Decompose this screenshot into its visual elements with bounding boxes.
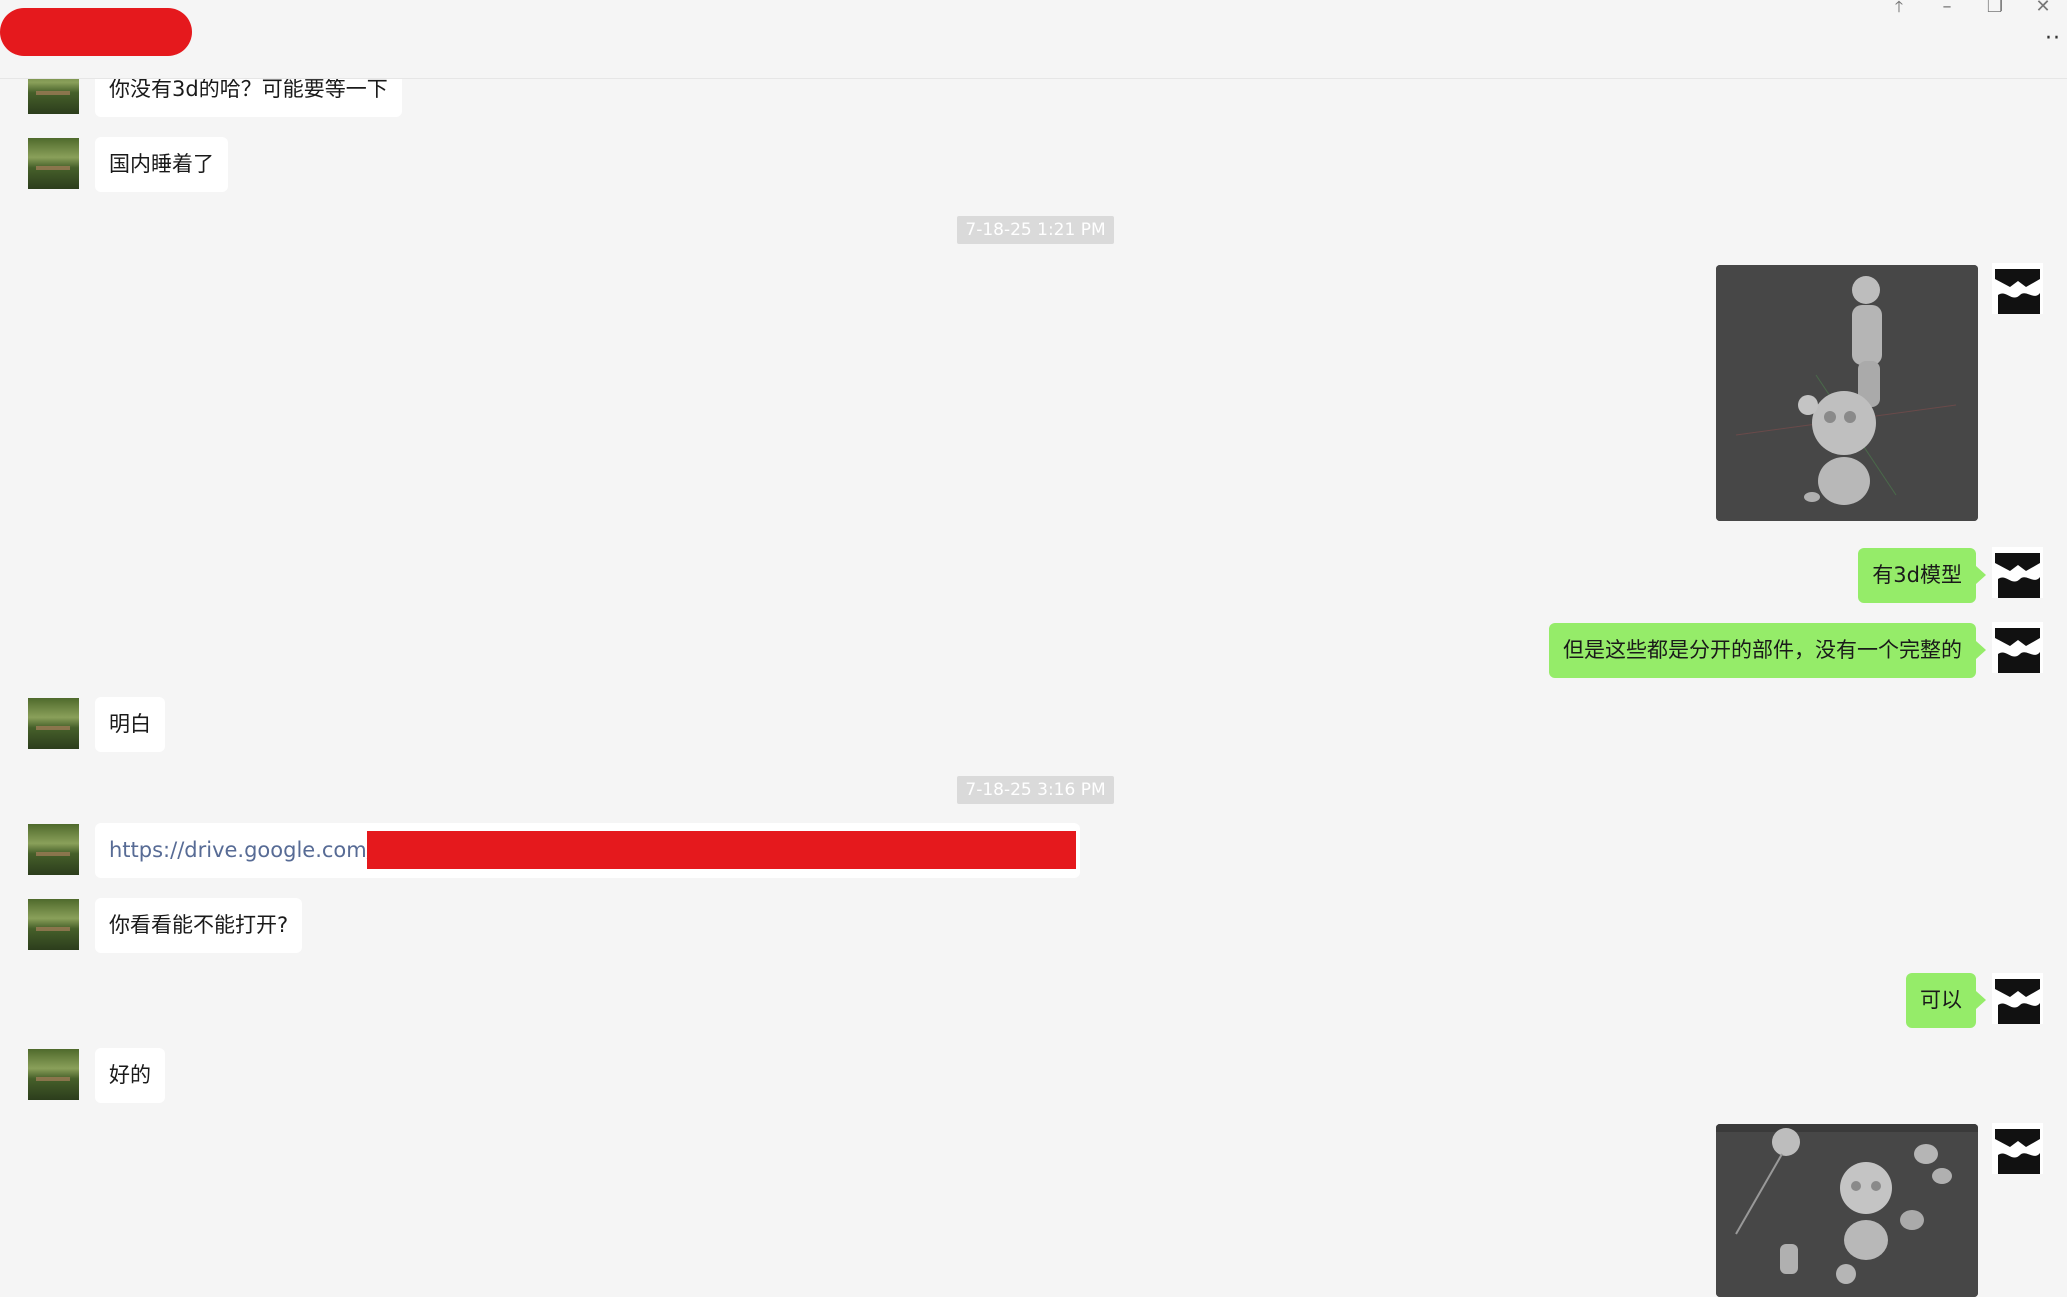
3d-model-preview-icon xyxy=(1716,265,1978,521)
timestamp-divider: 7-18-25 1:21 PM xyxy=(957,216,1114,244)
redacted-contact-name xyxy=(0,8,192,56)
drive-link[interactable]: https://drive.google.com/ xyxy=(109,838,374,862)
message-bubble-self[interactable]: 有3d模型 xyxy=(1858,548,1986,603)
sunglasses-avatar-icon xyxy=(1992,973,2043,1024)
self-avatar[interactable] xyxy=(1992,622,2043,673)
sunglasses-avatar-icon xyxy=(1992,622,2043,673)
self-avatar[interactable] xyxy=(1992,1123,2043,1174)
contact-avatar[interactable] xyxy=(28,899,79,950)
contact-avatar[interactable] xyxy=(28,698,79,749)
timestamp-divider: 7-18-25 3:16 PM xyxy=(957,776,1114,804)
sunglasses-avatar-icon xyxy=(1992,547,2043,598)
message-bubble[interactable]: 你看看能不能打开? xyxy=(95,898,303,953)
more-options-icon[interactable]: ·· xyxy=(2045,28,2065,50)
image-message-3d-model[interactable] xyxy=(1716,265,1978,521)
message-bubble-self[interactable]: 可以 xyxy=(1906,973,1986,1028)
contact-avatar[interactable] xyxy=(28,1049,79,1100)
pin-icon[interactable]: ⤒ xyxy=(1875,0,1923,24)
contact-avatar[interactable] xyxy=(28,138,79,189)
chat-title-bar: ⤒ – ❐ ✕ ·· xyxy=(0,0,2067,79)
self-avatar[interactable] xyxy=(1992,973,2043,1024)
message-bubble[interactable]: 好的 xyxy=(95,1048,165,1103)
close-icon[interactable]: ✕ xyxy=(2019,0,2067,24)
image-message-3d-parts[interactable] xyxy=(1716,1124,1978,1297)
minimize-icon[interactable]: – xyxy=(1923,0,1971,24)
3d-parts-preview-icon xyxy=(1716,1124,1978,1297)
message-bubble[interactable]: 明白 xyxy=(95,697,165,752)
redacted-link-part xyxy=(367,831,1076,869)
maximize-icon[interactable]: ❐ xyxy=(1971,0,2019,24)
message-bubble-self[interactable]: 但是这些都是分开的部件，没有一个完整的 xyxy=(1549,623,1986,678)
self-avatar[interactable] xyxy=(1992,263,2043,314)
contact-avatar[interactable] xyxy=(28,824,79,875)
sunglasses-avatar-icon xyxy=(1992,263,2043,314)
self-avatar[interactable] xyxy=(1992,547,2043,598)
window-controls: ⤒ – ❐ ✕ xyxy=(1875,0,2067,24)
message-bubble[interactable]: 国内睡着了 xyxy=(95,137,228,192)
sunglasses-avatar-icon xyxy=(1992,1123,2043,1174)
